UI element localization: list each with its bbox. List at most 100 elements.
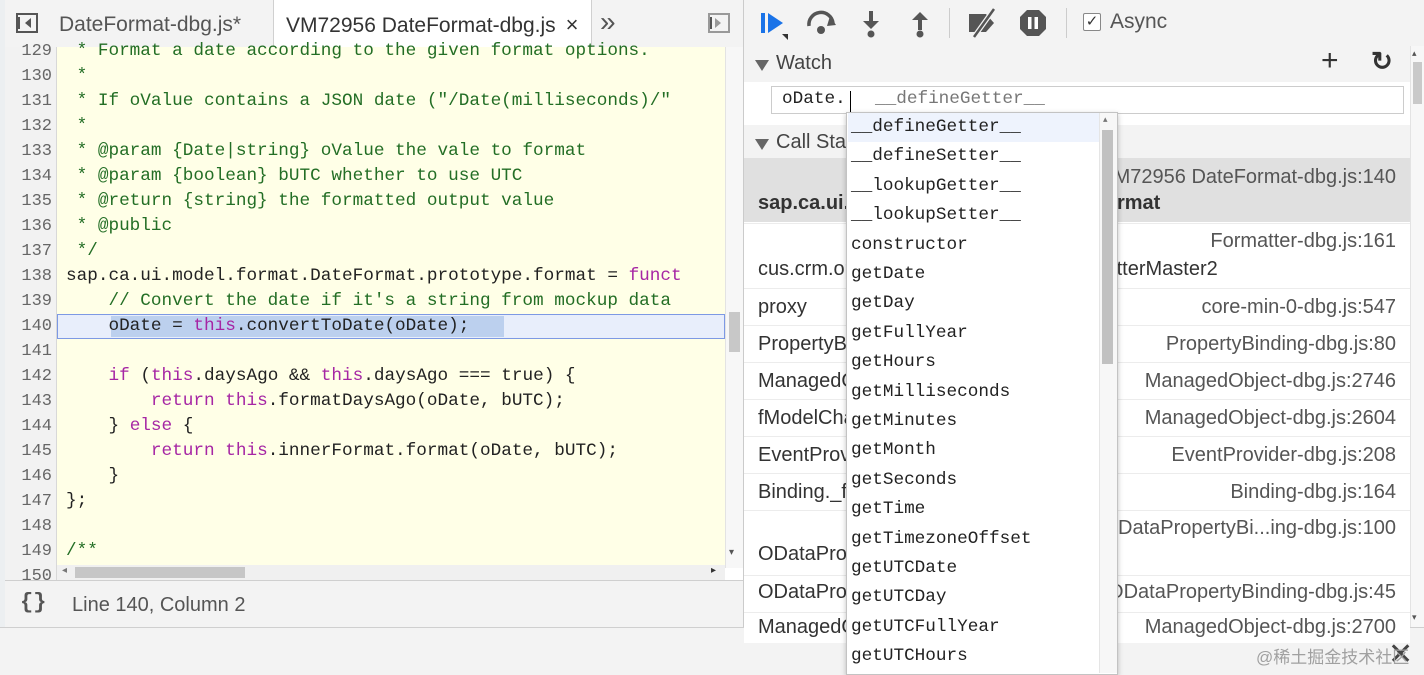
code-token: ( (129, 366, 151, 386)
step-out-icon[interactable] (909, 9, 931, 39)
scroll-left-arrow-icon[interactable]: ◂ (62, 565, 67, 576)
code-line[interactable]: * @return {string} the formatted output … (66, 189, 555, 214)
code-line[interactable]: * If oValue contains a JSON date ("/Date… (66, 89, 671, 114)
editor-vertical-scrollbar[interactable] (725, 47, 744, 568)
line-number[interactable]: 143 (5, 389, 52, 414)
code-line[interactable]: return this.innerFormat.format(oDate, bU… (66, 439, 618, 464)
code-line[interactable]: }; (66, 489, 87, 514)
autocomplete-dropdown: __defineGetter__ __defineSetter__ __lookup… (846, 112, 1118, 675)
line-number[interactable]: 135 (5, 189, 52, 214)
autocomplete-item[interactable]: getTimezoneOffset (851, 525, 1101, 554)
editor-vertical-scroll-thumb[interactable] (729, 312, 740, 352)
step-into-icon[interactable] (860, 9, 882, 39)
autocomplete-item[interactable]: __lookupGetter__ (851, 172, 1101, 201)
autocomplete-item[interactable]: __defineGetter__ (848, 113, 1103, 143)
watch-expression-input[interactable]: oDate. __defineGetter__ (771, 86, 1404, 114)
line-number[interactable]: 136 (5, 214, 52, 239)
line-number[interactable]: 138 (5, 264, 52, 289)
line-number[interactable]: 146 (5, 464, 52, 489)
line-number[interactable]: 129 (5, 39, 52, 64)
autocomplete-scroll-thumb[interactable] (1102, 130, 1113, 364)
deactivate-breakpoints-icon[interactable] (966, 8, 1000, 38)
line-number[interactable]: 144 (5, 414, 52, 439)
step-over-icon[interactable] (806, 8, 838, 40)
code-line[interactable]: sap.ca.ui.model.format.DateFormat.protot… (66, 264, 682, 289)
autocomplete-item[interactable]: getUTCDay (851, 583, 1101, 612)
scroll-down-arrow-icon[interactable]: ▾ (729, 547, 734, 558)
resume-icon[interactable] (760, 10, 790, 40)
autocomplete-item[interactable]: getUTCDate (851, 554, 1101, 583)
watermark: @稀土掘金技术社区 (1256, 648, 1410, 667)
line-number[interactable]: 139 (5, 289, 52, 314)
code-line[interactable]: if (this.daysAgo && this.daysAgo === tru… (66, 364, 575, 389)
autocomplete-item[interactable]: getMinutes (851, 407, 1101, 436)
code-line[interactable]: * (66, 64, 88, 89)
add-watch-icon[interactable]: + (1321, 44, 1339, 78)
sidebar-scroll-thumb[interactable] (1413, 62, 1422, 104)
async-checkbox[interactable]: ✓ (1083, 13, 1101, 31)
line-number[interactable]: 137 (5, 239, 52, 264)
code-line[interactable]: // Convert the date if it's a string fro… (66, 289, 671, 314)
toggle-debugger-icon[interactable] (708, 13, 730, 33)
autocomplete-item[interactable]: constructor (851, 231, 1101, 260)
sidebar-scrollbar[interactable] (1410, 46, 1424, 627)
code-line[interactable]: * @param {boolean} bUTC whether to use U… (66, 164, 523, 189)
autocomplete-item[interactable]: getDay (851, 289, 1101, 318)
code-line[interactable]: } else { (66, 414, 193, 439)
line-number[interactable]: 149 (5, 539, 52, 564)
code-token: * @public (66, 216, 173, 236)
line-number[interactable]: 142 (5, 364, 52, 389)
line-number[interactable]: 148 (5, 514, 52, 539)
line-number[interactable]: 140 (5, 314, 52, 339)
code-line[interactable]: * (66, 114, 88, 139)
close-tab-icon[interactable]: × (566, 12, 579, 37)
scroll-right-arrow-icon[interactable]: ▸ (711, 565, 716, 576)
refresh-watch-icon[interactable]: ↻ (1371, 46, 1393, 77)
autocomplete-item[interactable]: getUTCFullYear (851, 613, 1101, 642)
autocomplete-item[interactable]: getMilliseconds (851, 378, 1101, 407)
scroll-up-arrow-icon[interactable]: ▴ (1412, 48, 1417, 59)
line-number[interactable]: 147 (5, 489, 52, 514)
autocomplete-item[interactable]: getHours (851, 348, 1101, 377)
code-line[interactable]: * @public (66, 214, 173, 239)
autocomplete-item[interactable]: getDate (851, 260, 1101, 289)
autocomplete-item[interactable]: getTime (851, 495, 1101, 524)
autocomplete-item[interactable]: getSeconds (851, 466, 1101, 495)
code-line[interactable]: /** (66, 539, 98, 564)
autocomplete-item[interactable]: getMonth (851, 436, 1101, 465)
autocomplete-item[interactable]: __defineSetter__ (851, 142, 1101, 171)
scroll-down-arrow-icon[interactable]: ▾ (1412, 612, 1417, 623)
line-number[interactable]: 145 (5, 439, 52, 464)
toolbar-separator (1066, 8, 1067, 38)
code-token: this (150, 366, 194, 386)
editor-horizontal-scroll-thumb[interactable] (75, 567, 245, 578)
code-line[interactable]: oDate = this.convertToDate(oDate); (66, 314, 469, 339)
line-number[interactable]: 130 (5, 64, 52, 89)
pretty-print-icon[interactable]: {} (20, 590, 46, 615)
code-line[interactable]: */ (66, 239, 98, 264)
pause-on-exceptions-icon[interactable] (1018, 8, 1048, 38)
autocomplete-item[interactable]: getFullYear (851, 319, 1101, 348)
toggle-navigator-icon[interactable] (16, 13, 38, 33)
more-tabs-icon[interactable]: » (600, 6, 616, 38)
autocomplete-item[interactable]: getUTCHours (851, 642, 1101, 671)
code-token: * @param {boolean} bUTC whether to use U… (66, 166, 523, 186)
line-number[interactable]: 131 (5, 89, 52, 114)
line-number[interactable]: 134 (5, 164, 52, 189)
line-number[interactable]: 141 (5, 339, 52, 364)
code-token: if (108, 366, 130, 386)
code-line[interactable]: * Format a date according to the given f… (66, 39, 650, 64)
code-line[interactable]: * @param {Date|string} oValue the vale t… (66, 139, 587, 164)
code-line[interactable]: } (66, 464, 119, 489)
code-token: // Convert the date if it's a string fro… (66, 291, 672, 311)
line-number[interactable]: 132 (5, 114, 52, 139)
code-line[interactable]: return this.formatDaysAgo(oDate, bUTC); (66, 389, 565, 414)
watch-section-header[interactable]: Watch (744, 46, 1410, 83)
line-number[interactable]: 133 (5, 139, 52, 164)
scroll-up-arrow-icon[interactable]: ▴ (1103, 114, 1108, 125)
autocomplete-item[interactable]: __lookupSetter__ (851, 201, 1101, 230)
expand-triangle-icon (755, 139, 769, 150)
code-token: * (66, 116, 88, 136)
